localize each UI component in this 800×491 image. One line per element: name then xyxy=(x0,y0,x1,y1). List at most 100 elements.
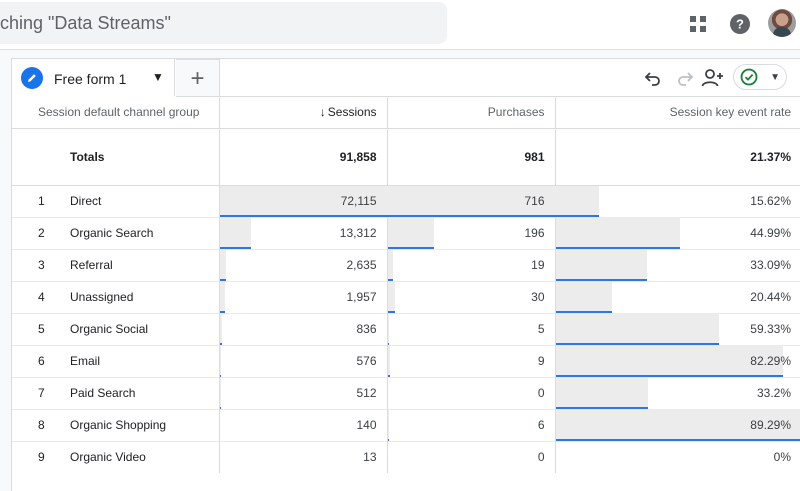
table-row[interactable]: 1 Direct 72,115 716 15.62% xyxy=(12,184,800,217)
purchases-value: 0 xyxy=(537,449,545,464)
row-index: 3 xyxy=(38,258,45,272)
rate-cell: 82.29% xyxy=(554,344,800,377)
purchases-cell: 0 xyxy=(386,440,555,473)
purchases-cell: 6 xyxy=(386,408,555,441)
table-row[interactable]: 8 Organic Shopping 140 6 89.29% xyxy=(12,408,800,441)
purchases-bar xyxy=(387,409,389,441)
purchases-cell: 30 xyxy=(386,280,555,313)
sessions-cell: 512 xyxy=(218,376,387,409)
help-icon[interactable]: ? xyxy=(726,10,754,38)
rate-cell: 33.09% xyxy=(554,248,800,281)
sessions-bar xyxy=(219,345,221,377)
sessions-bar-line xyxy=(219,342,222,345)
row-index: 1 xyxy=(38,194,45,208)
share-user-icon[interactable] xyxy=(700,65,726,91)
channel-cell: 2 Organic Search xyxy=(12,216,219,249)
purchases-value: 6 xyxy=(537,417,545,432)
rate-value: 20.44% xyxy=(750,289,791,304)
table-row[interactable]: 5 Organic Social 836 5 59.33% xyxy=(12,312,800,345)
purchases-bar-line xyxy=(387,278,393,281)
search-input[interactable]: ching "Data Streams" xyxy=(0,2,447,44)
rate-cell: 33.2% xyxy=(554,376,800,409)
table-row[interactable]: 3 Referral 2,635 19 33.09% xyxy=(12,248,800,281)
sessions-bar xyxy=(219,377,221,409)
row-index: 6 xyxy=(38,354,45,368)
purchases-bar xyxy=(387,345,390,377)
row-index: 8 xyxy=(38,418,45,432)
caret-down-icon: ▼ xyxy=(770,71,780,83)
pencil-icon xyxy=(21,67,43,89)
sessions-cell: 13,312 xyxy=(218,216,387,249)
purchases-cell: 0 xyxy=(386,376,555,409)
redo-icon[interactable] xyxy=(672,65,698,91)
rate-cell: 20.44% xyxy=(554,280,800,313)
sessions-bar xyxy=(219,313,222,345)
add-tab-button[interactable]: + xyxy=(176,59,220,97)
table-row[interactable]: 7 Paid Search 512 0 33.2% xyxy=(12,376,800,409)
purchases-bar-line xyxy=(387,374,390,377)
rate-cell: 0% xyxy=(554,440,800,473)
sessions-value: 576 xyxy=(356,353,377,368)
purchases-bar xyxy=(387,281,395,313)
purchases-value: 30 xyxy=(531,289,545,304)
column-header-purchases[interactable]: Purchases xyxy=(386,97,555,129)
row-index: 5 xyxy=(38,322,45,336)
status-button[interactable]: ▼ xyxy=(733,64,787,90)
channel-name: Organic Search xyxy=(70,226,154,240)
purchases-cell: 19 xyxy=(386,248,555,281)
purchases-cell: 9 xyxy=(386,344,555,377)
purchases-value: 196 xyxy=(524,225,545,240)
rate-cell: 59.33% xyxy=(554,312,800,345)
totals-label: Totals xyxy=(12,128,219,186)
avatar[interactable] xyxy=(768,9,796,37)
exploration-panel: Free form 1 ▼ + ▼ Session default channe… xyxy=(11,58,800,491)
sessions-bar xyxy=(219,249,226,281)
channel-name: Paid Search xyxy=(70,386,136,400)
channel-cell: 9 Organic Video xyxy=(12,440,219,473)
undo-icon[interactable] xyxy=(640,65,666,91)
rate-cell: 15.62% xyxy=(554,184,800,217)
sort-desc-icon: ↓ xyxy=(319,105,326,120)
table-row[interactable]: 4 Unassigned 1,957 30 20.44% xyxy=(12,280,800,313)
purchases-value: 9 xyxy=(537,353,545,368)
sessions-value: 13,312 xyxy=(339,225,377,240)
caret-down-icon[interactable]: ▼ xyxy=(152,70,164,84)
totals-sessions: 91,858 xyxy=(218,128,387,186)
table-row[interactable]: 6 Email 576 9 82.29% xyxy=(12,344,800,377)
check-circle-icon xyxy=(740,68,758,86)
table-row[interactable]: 9 Organic Video 13 0 0% xyxy=(12,440,800,473)
column-header-channel[interactable]: Session default channel group xyxy=(12,97,219,129)
channel-cell: 8 Organic Shopping xyxy=(12,408,219,441)
channel-name: Referral xyxy=(70,258,113,272)
column-header-rate[interactable]: Session key event rate xyxy=(554,97,800,129)
purchases-bar-line xyxy=(387,310,395,313)
purchases-value: 716 xyxy=(524,193,545,208)
sessions-bar-line xyxy=(219,310,225,313)
sessions-value: 72,115 xyxy=(340,193,377,208)
rate-value: 15.62% xyxy=(750,193,791,208)
rate-cell: 44.99% xyxy=(554,216,800,249)
channel-cell: 6 Email xyxy=(12,344,219,377)
channel-cell: 7 Paid Search xyxy=(12,376,219,409)
sessions-bar xyxy=(219,281,225,313)
purchases-value: 0 xyxy=(537,385,545,400)
table-row[interactable]: 2 Organic Search 13,312 196 44.99% xyxy=(12,216,800,249)
sessions-cell: 72,115 xyxy=(218,184,388,217)
rate-value: 59.33% xyxy=(750,321,791,336)
channel-cell: 1 Direct xyxy=(12,184,219,217)
sessions-value: 836 xyxy=(356,321,377,336)
purchases-cell: 5 xyxy=(386,312,555,345)
tab-free-form-1[interactable]: Free form 1 ▼ xyxy=(12,59,175,97)
data-table: Session default channel group ↓ Sessions … xyxy=(12,97,800,473)
channel-name: Email xyxy=(70,354,101,368)
apps-icon[interactable] xyxy=(684,10,712,38)
rate-value: 44.99% xyxy=(750,225,791,240)
sessions-bar-line xyxy=(219,374,221,377)
purchases-bar-line xyxy=(387,342,389,345)
sessions-cell: 13 xyxy=(218,440,387,473)
rate-value: 89.29% xyxy=(750,417,791,432)
column-header-sessions[interactable]: ↓ Sessions xyxy=(218,97,387,129)
channel-name: Organic Video xyxy=(70,450,146,465)
sessions-value: 512 xyxy=(356,385,377,400)
totals-purchases: 981 xyxy=(386,128,555,186)
